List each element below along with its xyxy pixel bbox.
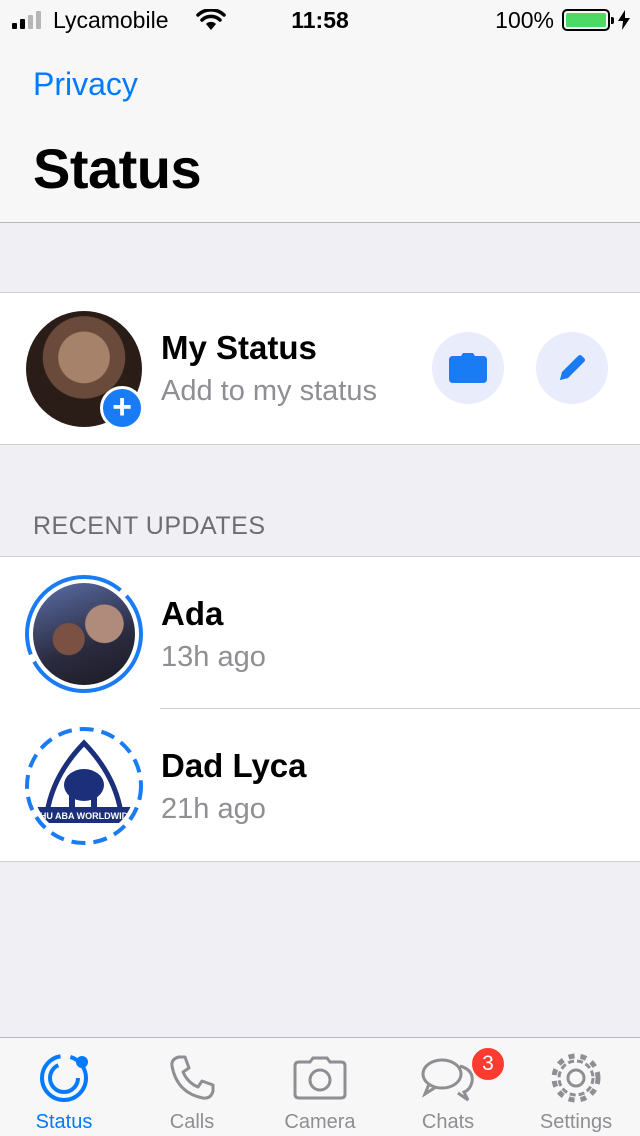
my-status-subtitle: Add to my status: [161, 375, 377, 407]
my-status-row[interactable]: + My Status Add to my status: [0, 292, 640, 445]
avatar: [33, 583, 135, 685]
camera-icon: [449, 353, 487, 383]
status-bar: Lycamobile 11:58 100%: [0, 0, 640, 40]
list-item[interactable]: Ada 13h ago: [0, 557, 640, 709]
camera-icon: [292, 1050, 348, 1106]
phone-icon: [164, 1050, 220, 1106]
charging-icon: [618, 10, 630, 30]
tab-label: Status: [35, 1111, 93, 1133]
battery-percent: 100%: [495, 7, 554, 33]
status-icon: [36, 1050, 92, 1106]
tab-settings[interactable]: Settings: [512, 1038, 640, 1136]
tab-status[interactable]: Status: [0, 1038, 128, 1136]
chat-bubbles-icon: [420, 1050, 476, 1106]
pencil-icon: [560, 355, 585, 380]
tab-label: Camera: [284, 1111, 356, 1133]
contact-name: Dad Lyca: [161, 747, 307, 784]
my-status-title: My Status: [161, 329, 317, 366]
battery-icon: [562, 9, 614, 31]
status-ring: [24, 574, 144, 694]
contact-name: Ada: [161, 595, 224, 632]
status-time: 21h ago: [161, 793, 266, 825]
camera-button[interactable]: [432, 332, 504, 404]
tab-bar: Status Calls Camera 3 Chats Settings: [0, 1037, 640, 1136]
elephant-logo-icon: HU ABA WORLDWID: [37, 739, 131, 823]
avatar: HU ABA WORLDWID: [33, 735, 135, 837]
plus-icon[interactable]: +: [100, 386, 144, 430]
tab-chats[interactable]: 3 Chats: [384, 1038, 512, 1136]
recent-updates-list: Ada 13h ago HU ABA WORLDWID Dad Lyca 21h…: [0, 556, 640, 862]
page-title: Status: [33, 137, 202, 200]
gear-icon: [548, 1050, 604, 1106]
tab-camera[interactable]: Camera: [256, 1038, 384, 1136]
navigation-header: Privacy Status: [0, 40, 640, 223]
tab-calls[interactable]: Calls: [128, 1038, 256, 1136]
tab-label: Chats: [421, 1111, 475, 1133]
status-time: 13h ago: [161, 641, 266, 673]
unread-badge: 3: [470, 1046, 506, 1082]
text-status-button[interactable]: [536, 332, 608, 404]
privacy-button[interactable]: Privacy: [33, 66, 138, 103]
status-ring: HU ABA WORLDWID: [24, 726, 144, 846]
section-header-recent: RECENT UPDATES: [33, 512, 266, 540]
tab-label: Calls: [169, 1111, 215, 1133]
list-item[interactable]: HU ABA WORLDWID Dad Lyca 21h ago: [0, 709, 640, 861]
logo-text: HU ABA WORLDWID: [40, 811, 129, 821]
tab-label: Settings: [539, 1111, 613, 1133]
